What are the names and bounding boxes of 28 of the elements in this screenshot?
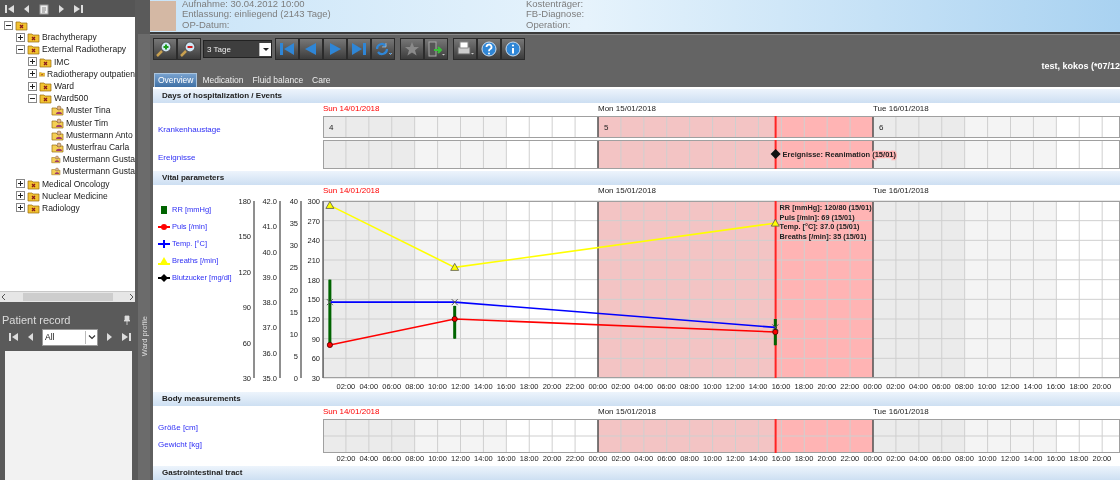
date-label: Tue 16/01/2018 <box>873 186 929 195</box>
date-label: Sun 14/01/2018 <box>323 407 380 416</box>
header-field: Entlassung: einliegend (2143 Tage) <box>182 9 526 20</box>
day-count: 6 <box>879 123 884 132</box>
header-field: Operation: <box>526 19 585 30</box>
section-header: Gastrointestinal tract <box>153 466 1120 480</box>
header-field: OP-Datum: <box>182 19 526 30</box>
date-label: Mon 15/01/2018 <box>598 104 656 113</box>
date-label: Sun 14/01/2018 <box>323 186 380 195</box>
row-label: Ereignisse <box>157 152 196 162</box>
section-header: Body measurements <box>153 392 1120 406</box>
date-label: Tue 16/01/2018 <box>873 104 929 113</box>
row-label: Krankenhaustage <box>157 125 221 134</box>
row-label: Größe [cm] <box>157 423 199 432</box>
date-label: Tue 16/01/2018 <box>873 407 929 416</box>
header-field: Kostenträger: <box>526 0 585 10</box>
header-field: FB-Diagnose: <box>526 9 585 20</box>
section-header: Vital parameters <box>153 171 1120 185</box>
patient-name: test, kokos (*07/12 <box>1041 61 1120 71</box>
date-label: Sun 14/01/2018 <box>323 104 380 113</box>
date-label: Mon 15/01/2018 <box>598 186 656 195</box>
section-header: Days of hospitalization / Events <box>153 89 1120 103</box>
panel-title: Patient record <box>2 314 71 326</box>
row-label: Gewicht [kg] <box>157 440 203 449</box>
day-count: 4 <box>329 123 334 132</box>
day-count: 5 <box>604 123 609 132</box>
date-label: Mon 15/01/2018 <box>598 407 656 416</box>
header-field: Aufnahme: 30.04.2012 10:00 <box>182 0 526 10</box>
